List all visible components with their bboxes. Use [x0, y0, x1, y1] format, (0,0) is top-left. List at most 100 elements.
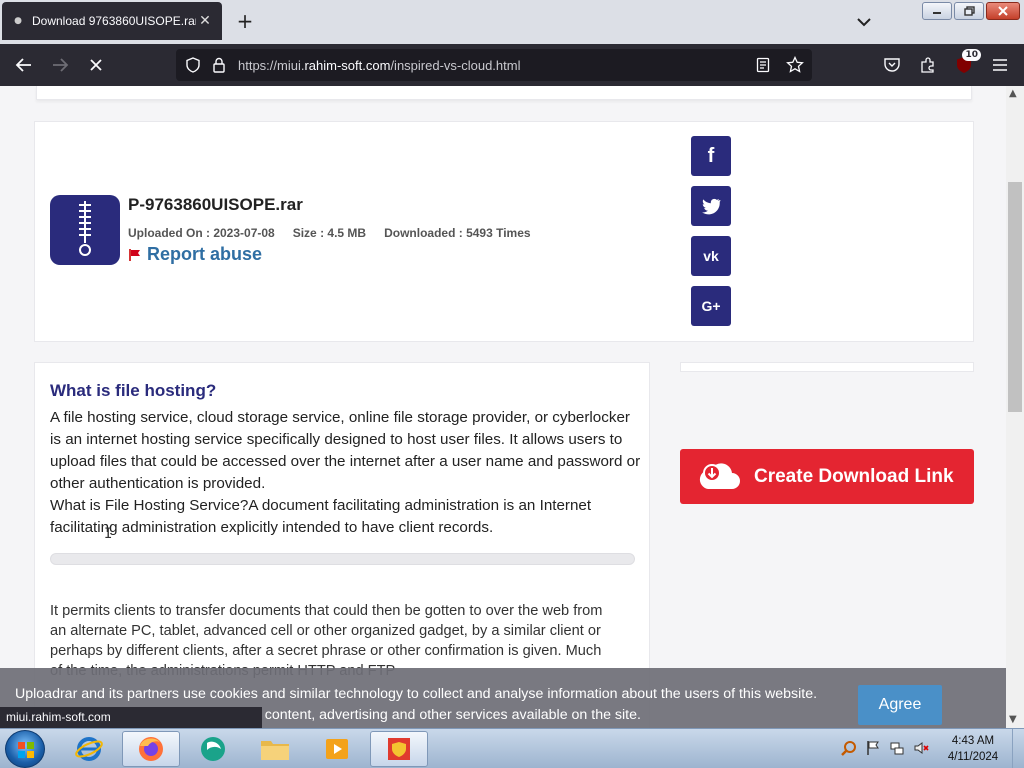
reader-view-icon[interactable] [750, 52, 776, 78]
volume-muted-icon[interactable] [912, 739, 930, 757]
list-all-tabs-button[interactable] [854, 12, 874, 32]
clock-date: 4/11/2024 [947, 751, 999, 763]
text-cursor-icon: I [104, 526, 113, 542]
browser-tab-active[interactable]: ● Download 9763860UISOPE.rar ✕ [2, 2, 222, 40]
tracking-protection-icon[interactable] [180, 52, 206, 78]
ublock-extension-button[interactable]: 10 [951, 49, 981, 78]
hamburger-menu-icon [993, 59, 1007, 71]
address-bar[interactable]: https://miui.rahim-soft.com/inspired-vs-… [176, 49, 812, 81]
window-controls [922, 2, 1020, 20]
search-tray-icon[interactable] [840, 739, 858, 757]
info-paragraph: A file hosting service, cloud storage se… [50, 407, 644, 539]
network-icon[interactable] [888, 739, 906, 757]
browser-tab-bar: ● Download 9763860UISOPE.rar ✕ + [0, 0, 1024, 44]
close-icon [998, 6, 1008, 16]
google-plus-icon: G+ [701, 298, 721, 314]
stop-loading-button[interactable] [82, 52, 110, 78]
url-text: https://miui.rahim-soft.com/inspired-vs-… [238, 58, 520, 73]
browser-nav-bar: https://miui.rahim-soft.com/inspired-vs-… [0, 44, 1024, 86]
pocket-icon [884, 58, 900, 72]
system-clock[interactable]: 4:43 AM 4/11/2024 [940, 733, 1006, 765]
red-flag-icon [129, 248, 140, 261]
minimize-icon [933, 12, 941, 14]
sidebar-card-edge [680, 362, 974, 372]
forward-button[interactable] [46, 52, 74, 78]
new-tab-button[interactable]: + [234, 10, 256, 32]
back-arrow-icon [15, 58, 31, 72]
show-desktop-button[interactable] [1012, 729, 1024, 768]
taskbar-media-app[interactable] [184, 731, 242, 767]
download-count: Downloaded : 5493 Times [384, 226, 531, 240]
media-app-icon [201, 737, 225, 761]
taskbar-file-explorer[interactable] [246, 731, 304, 767]
puzzle-icon [921, 57, 934, 73]
page-scrollbar[interactable]: ▲ ▼ [1006, 86, 1024, 728]
twitter-bird-icon [702, 198, 721, 215]
file-info-card: P-9763860UISOPE.rar Uploaded On : 2023-0… [34, 121, 974, 342]
info-paragraph-1b: What is File Hosting Service?A document … [50, 497, 592, 536]
file-size: Size : 4.5 MB [292, 226, 367, 240]
cookie-agree-button[interactable]: Agree [858, 685, 942, 725]
firefox-icon [139, 737, 163, 761]
pocket-button[interactable] [879, 52, 905, 78]
back-button[interactable] [10, 52, 38, 78]
create-download-link-label: Create Download Link [754, 465, 954, 487]
taskbar-media-player[interactable] [308, 731, 366, 767]
facebook-icon: f [707, 144, 715, 167]
taskbar-firefox[interactable] [122, 731, 180, 767]
zip-archive-icon [50, 195, 120, 265]
lock-icon[interactable] [206, 52, 232, 78]
address-bar-actions [750, 52, 808, 78]
page-viewport: P-9763860UISOPE.rar Uploaded On : 2023-0… [0, 86, 1006, 728]
media-player-icon [326, 739, 348, 759]
cloud-download-icon [699, 462, 740, 489]
url-prefix: https://miui. [238, 57, 305, 73]
download-progress-track [50, 553, 635, 565]
file-meta: Uploaded On : 2023-07-08 Size : 4.5 MB D… [128, 226, 531, 240]
windows-logo-icon [18, 742, 34, 758]
share-vk-button[interactable]: vk [691, 236, 731, 276]
file-name: P-9763860UISOPE.rar [128, 195, 303, 214]
share-twitter-button[interactable] [691, 186, 731, 226]
close-window-button[interactable] [986, 2, 1020, 20]
system-tray [840, 739, 930, 757]
internet-explorer-icon [75, 737, 103, 761]
app-menu-button[interactable] [987, 52, 1013, 78]
restore-icon [963, 6, 975, 16]
start-button[interactable] [5, 730, 45, 768]
scroll-up-arrow-icon[interactable]: ▲ [1009, 88, 1017, 99]
restore-button[interactable] [954, 2, 984, 20]
tab-title: Download 9763860UISOPE.rar [32, 14, 196, 28]
taskbar-active-app[interactable] [370, 731, 428, 767]
scroll-down-arrow-icon[interactable]: ▼ [1009, 714, 1017, 725]
tab-close-icon[interactable]: ✕ [196, 13, 214, 29]
stop-icon [90, 59, 102, 71]
taskbar-internet-explorer[interactable] [60, 731, 118, 767]
info-heading: What is file hosting? [50, 381, 217, 400]
info-paragraph-1: A file hosting service, cloud storage se… [50, 409, 641, 492]
chevron-down-icon [857, 18, 871, 27]
extension-badge-count: 10 [962, 49, 981, 61]
share-googleplus-button[interactable]: G+ [691, 286, 731, 326]
status-link-preview: miui.rahim-soft.com [0, 707, 262, 728]
share-facebook-button[interactable]: f [691, 136, 731, 176]
loading-favicon-icon: ● [14, 16, 22, 26]
create-download-link-button[interactable]: Create Download Link [680, 449, 974, 504]
top-card-edge [36, 86, 972, 100]
url-domain: rahim-soft.com [304, 57, 391, 73]
action-center-flag-icon[interactable] [864, 739, 882, 757]
clock-time: 4:43 AM [951, 735, 995, 747]
upload-date: Uploaded On : 2023-07-08 [128, 226, 275, 240]
report-abuse-label: Report abuse [147, 244, 263, 264]
extensions-button[interactable] [915, 52, 941, 78]
vk-icon: vk [703, 248, 719, 264]
report-abuse-link[interactable]: Report abuse [128, 244, 262, 265]
minimize-button[interactable] [922, 2, 952, 20]
forward-arrow-icon [53, 58, 69, 72]
folder-icon [261, 741, 289, 760]
scrollbar-thumb[interactable] [1008, 182, 1022, 412]
windows-taskbar: 4:43 AM 4/11/2024 [0, 728, 1024, 768]
bookmark-star-icon[interactable] [782, 52, 808, 78]
shield-app-icon [388, 738, 410, 760]
url-path: /inspired-vs-cloud.html [390, 57, 521, 73]
